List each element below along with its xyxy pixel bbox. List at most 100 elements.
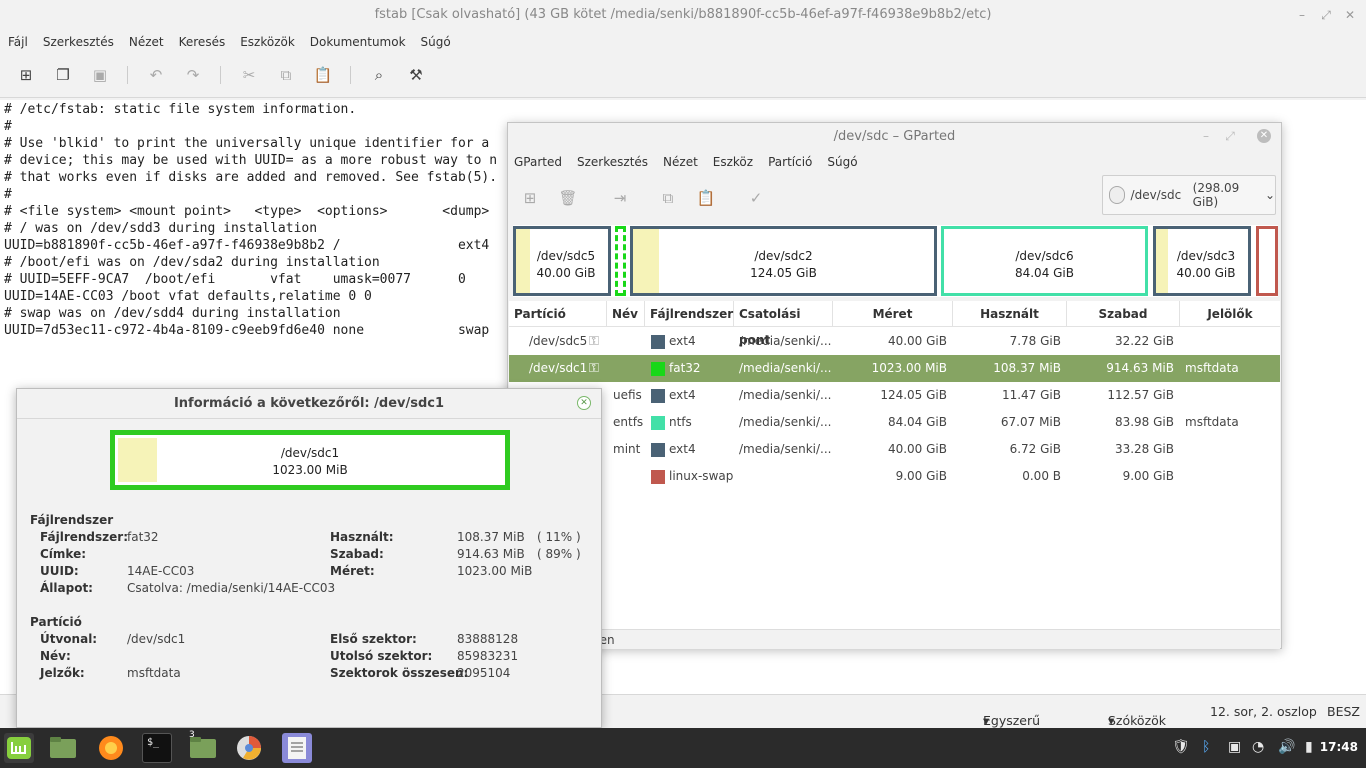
partition-block-size: 124.05 GiB: [750, 266, 817, 280]
close-icon[interactable]: ✕: [1342, 7, 1358, 23]
menu-tools[interactable]: Eszközök: [240, 32, 295, 52]
paste-icon[interactable]: 📋: [309, 61, 337, 89]
menu-view[interactable]: Nézet: [129, 32, 164, 52]
clock[interactable]: 17:48: [1320, 740, 1358, 754]
device-size: (298.09 GiB): [1192, 181, 1240, 209]
table-row[interactable]: mint ext4/media/senki/... 40.00 GiB 6.72 Gi…: [509, 436, 1280, 463]
maximize-icon[interactable]: ⤢: [1223, 129, 1237, 143]
network-icon[interactable]: ◔: [1252, 739, 1264, 755]
update-manager-icon[interactable]: 🛡: [1172, 739, 1190, 755]
chevron-down-icon: ▾: [983, 713, 990, 728]
menu-edit[interactable]: Szerkesztés: [43, 32, 114, 52]
undo-icon[interactable]: ↶: [142, 61, 170, 89]
device-selector[interactable]: /dev/sdc (298.09 GiB) ⌄: [1102, 175, 1276, 215]
chevron-down-icon: ▾: [1108, 713, 1115, 728]
cell-name: mint: [613, 442, 641, 456]
column-header-used[interactable]: Használt: [953, 301, 1067, 327]
cell-size: 1023.00 MiB: [871, 361, 947, 375]
menu-documents[interactable]: Dokumentumok: [310, 32, 406, 52]
table-row[interactable]: ⚿/dev/sdc1 fat32/media/senki/... 1023.00 M…: [509, 355, 1280, 382]
copy-icon[interactable]: ⧉: [654, 184, 682, 212]
mint-menu-icon[interactable]: [4, 733, 34, 763]
path-value: /dev/sdc1: [127, 632, 186, 646]
cell-partition: /dev/sdc1: [529, 361, 588, 375]
partition-block-sdc2[interactable]: /dev/sdc2 124.05 GiB: [630, 226, 937, 296]
cut-icon[interactable]: ✂: [235, 61, 263, 89]
state-key: Állapot:: [40, 581, 93, 595]
text-editor-task-icon[interactable]: [282, 733, 312, 763]
column-header-free[interactable]: Szabad: [1067, 301, 1180, 327]
partition-block-sdc3[interactable]: /dev/sdc3 40.00 GiB: [1153, 226, 1251, 296]
menu-help[interactable]: Súgó: [421, 32, 451, 52]
window-count-badge: 3: [189, 730, 195, 740]
resize-move-icon[interactable]: ⇥: [606, 184, 634, 212]
files-window-icon[interactable]: 3: [188, 730, 218, 763]
dialog-title: Információ a következőről: /dev/sdc1: [17, 389, 601, 419]
column-header-name[interactable]: Név: [607, 301, 645, 327]
column-header-flags[interactable]: Jelölők: [1180, 301, 1280, 327]
filesystem-color-swatch: [651, 416, 665, 430]
menu-file[interactable]: Fájl: [8, 32, 28, 52]
paste-icon[interactable]: 📋: [692, 184, 720, 212]
cell-mount: /media/senki/...: [739, 334, 832, 348]
menu-gparted[interactable]: GParted: [514, 150, 562, 174]
cell-free: 112.57 GiB: [1107, 388, 1174, 402]
cell-name: entfs: [613, 415, 644, 429]
partition-block-sdc6[interactable]: /dev/sdc6 84.04 GiB: [941, 226, 1148, 296]
gparted-task-icon[interactable]: [234, 733, 264, 763]
delete-icon[interactable]: 🗑: [554, 184, 582, 212]
copy-icon[interactable]: ⧉: [272, 61, 300, 89]
terminal-icon[interactable]: $_: [142, 733, 172, 763]
table-row[interactable]: linux-swap 9.00 GiB 0.00 B 9.00 GiB: [509, 463, 1280, 490]
minimize-icon[interactable]: –: [1199, 129, 1213, 143]
search-icon[interactable]: ⌕: [365, 61, 393, 89]
column-header-mountpoint[interactable]: Csatolási pont: [734, 301, 833, 347]
minimize-icon[interactable]: –: [1294, 7, 1310, 23]
cell-used: 0.00 B: [1022, 469, 1061, 483]
partition-block-size: 40.00 GiB: [1176, 266, 1236, 280]
menu-view[interactable]: Nézet: [663, 150, 698, 174]
volume-icon[interactable]: 🔊: [1278, 739, 1295, 755]
menu-search[interactable]: Keresés: [179, 32, 226, 52]
partition-graph: /dev/sdc5 40.00 GiB /dev/sdc2 124.05 GiB /…: [513, 225, 1278, 297]
table-row[interactable]: uefis ext4/media/senki/... 124.05 GiB 11.47…: [509, 382, 1280, 409]
partition-block-sdc5[interactable]: /dev/sdc5 40.00 GiB: [513, 226, 611, 296]
menu-help[interactable]: Súgó: [827, 150, 857, 174]
taskbar: $_ 3 🛡 ᛒ ▣ ◔ 🔊 ▮ 17:48: [0, 728, 1366, 768]
bluetooth-icon[interactable]: ᛒ: [1202, 739, 1210, 755]
partition-table: Partíció Név Fájlrendszer Csatolási pont…: [509, 301, 1280, 629]
redo-icon[interactable]: ↷: [179, 61, 207, 89]
menu-edit[interactable]: Szerkesztés: [577, 150, 648, 174]
toolbar-separator: [350, 65, 351, 84]
menu-device[interactable]: Eszköz: [713, 150, 753, 174]
cell-size: 40.00 GiB: [887, 334, 947, 348]
column-header-filesystem[interactable]: Fájlrendszer: [645, 301, 734, 327]
open-document-icon[interactable]: ❐: [49, 61, 77, 89]
used-key: Használt:: [330, 530, 394, 544]
column-header-size[interactable]: Méret: [833, 301, 953, 327]
table-row[interactable]: entfs ntfs/media/senki/... 84.04 GiB 67.07 …: [509, 409, 1280, 436]
last-sector-key: Utolsó szektor:: [330, 649, 433, 663]
menu-partition[interactable]: Partíció: [768, 150, 812, 174]
partition-block-sdc1[interactable]: [615, 226, 626, 296]
close-icon[interactable]: ✕: [577, 396, 591, 410]
battery-icon[interactable]: ▮: [1305, 739, 1313, 755]
editor-titlebar: fstab [Csak olvasható] (43 GB kötet /med…: [0, 0, 1366, 32]
new-document-icon[interactable]: ⊞: [12, 61, 40, 89]
clipboard-icon[interactable]: ▣: [1228, 739, 1241, 755]
close-icon[interactable]: ✕: [1257, 129, 1271, 143]
apply-icon[interactable]: ✓: [742, 184, 770, 212]
gparted-titlebar: /dev/sdc – GParted – ⤢ ✕: [508, 123, 1281, 150]
filesystem-color-swatch: [651, 443, 665, 457]
firefox-icon[interactable]: [96, 733, 126, 763]
table-row[interactable]: ⚿/dev/sdc5 ext4/media/senki/... 40.00 GiB 7…: [509, 328, 1280, 355]
save-icon[interactable]: ▣: [86, 61, 114, 89]
files-launcher-icon[interactable]: [48, 733, 78, 763]
editor-title: fstab [Csak olvasható] (43 GB kötet /med…: [374, 7, 992, 22]
new-partition-icon[interactable]: ⊞: [516, 184, 544, 212]
replace-icon[interactable]: ⚒: [402, 61, 430, 89]
maximize-icon[interactable]: ⤢: [1318, 7, 1334, 23]
partition-block-swap[interactable]: [1256, 226, 1278, 296]
cell-size: 124.05 GiB: [880, 388, 947, 402]
column-header-partition[interactable]: Partíció: [509, 301, 607, 327]
